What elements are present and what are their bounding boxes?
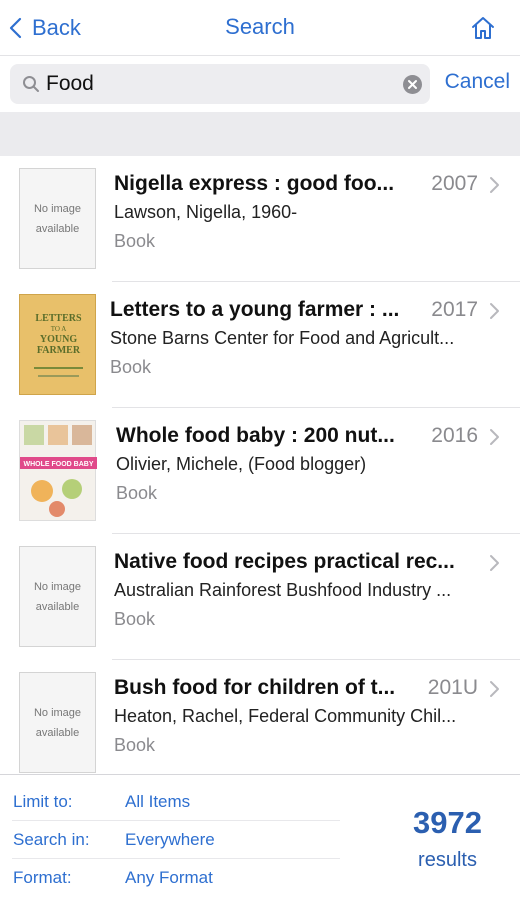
result-format: Book [116, 483, 158, 503]
result-title: Letters to a young farmer : ... [110, 298, 400, 321]
page-title: Search [225, 14, 295, 39]
chevron-right-icon [490, 303, 499, 319]
book-cover-image: WHOLE FOOD BABY [19, 420, 97, 521]
results-label: results [418, 849, 477, 871]
clear-search-button[interactable] [403, 75, 422, 94]
home-icon[interactable] [470, 15, 496, 41]
no-image-placeholder: No image available [19, 672, 96, 773]
result-row[interactable]: No image available Native food recipes p… [0, 534, 520, 660]
result-author: Heaton, Rachel, Federal Community Chil..… [114, 706, 457, 726]
cover-line: YOUNG [40, 334, 77, 345]
book-cover-image: LETTERS TO A YOUNG FARMER [19, 294, 96, 395]
filter-panel: Limit to: All Items Search in: Everywher… [0, 774, 520, 900]
result-author: Australian Rainforest Bushfood Industry … [114, 580, 452, 600]
cover-line: TO A [51, 325, 67, 333]
chevron-right-icon [490, 429, 499, 445]
search-input[interactable] [46, 68, 386, 100]
limit-to-filter[interactable]: Limit to: All Items [0, 783, 340, 821]
result-format: Book [114, 231, 156, 251]
result-title: Whole food baby : 200 nut... [116, 424, 395, 447]
search-in-filter[interactable]: Search in: Everywhere [0, 821, 340, 859]
format-value: Any Format [125, 868, 213, 887]
chevron-right-icon [490, 555, 499, 571]
result-format: Book [114, 609, 156, 629]
format-filter[interactable]: Format: Any Format [0, 859, 340, 897]
search-bar: Cancel [0, 56, 520, 112]
result-title: Bush food for children of t... [114, 676, 396, 699]
result-author: Olivier, Michele, (Food blogger) [116, 454, 367, 474]
nav-bar: Back Search [0, 0, 520, 56]
search-in-value: Everywhere [125, 830, 215, 849]
clear-icon [408, 80, 417, 89]
result-author: Lawson, Nigella, 1960- [114, 202, 298, 222]
limit-to-value: All Items [125, 792, 191, 811]
result-year: 2017 [431, 298, 478, 321]
result-title: Nigella express : good foo... [114, 172, 395, 195]
results-count: 3972 [413, 805, 482, 840]
result-title: Native food recipes practical rec... [114, 550, 455, 573]
limit-to-label: Limit to: [13, 792, 73, 811]
results-list: No image available Nigella express : goo… [0, 156, 520, 774]
search-field[interactable] [10, 64, 430, 104]
cover-line: FARMER [37, 345, 81, 356]
result-row[interactable]: No image available Nigella express : goo… [0, 156, 520, 282]
result-format: Book [110, 357, 152, 377]
cover-text: WHOLE FOOD BABY [24, 461, 94, 468]
no-image-placeholder: No image available [19, 168, 96, 269]
cancel-button[interactable]: Cancel [445, 70, 510, 94]
result-year: 201U [427, 676, 478, 699]
search-in-label: Search in: [13, 830, 90, 849]
no-image-placeholder: No image available [19, 546, 96, 647]
section-header [0, 112, 520, 156]
chevron-right-icon [490, 681, 499, 697]
format-label: Format: [13, 868, 72, 887]
cover-line: LETTERS [35, 313, 82, 324]
result-year: 2016 [431, 424, 478, 447]
chevron-right-icon [490, 177, 499, 193]
result-author: Stone Barns Center for Food and Agricult… [110, 328, 455, 348]
result-row[interactable]: No image available Bush food for childre… [0, 660, 520, 774]
search-icon [23, 76, 39, 92]
result-row[interactable]: LETTERS TO A YOUNG FARMER Letters to a y… [0, 282, 520, 408]
result-year: 2007 [431, 172, 478, 195]
result-row[interactable]: WHOLE FOOD BABY Whole food baby : 200 nu… [0, 408, 520, 534]
result-format: Book [114, 735, 156, 755]
